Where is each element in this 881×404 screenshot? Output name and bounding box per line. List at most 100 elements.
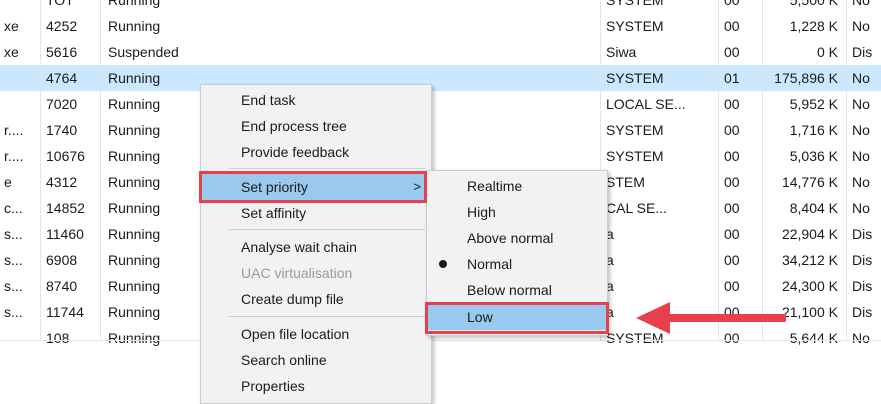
table-row[interactable]: r.... 1740 Running SYSTEM 00 1,716 K No bbox=[0, 117, 881, 143]
process-name-cell: e bbox=[4, 174, 12, 190]
cpu-cell: 00 bbox=[724, 226, 740, 242]
column-divider[interactable] bbox=[40, 0, 41, 340]
memory-cell: 22,904 K bbox=[781, 226, 838, 242]
table-row[interactable]: r.... 10676 Running SYSTEM 00 5,036 K No bbox=[0, 143, 881, 169]
process-name-cell bbox=[0, 325, 38, 351]
table-row[interactable]: 4764 Running SYSTEM 01 175,896 K No bbox=[0, 65, 881, 91]
pid-cell: 14852 bbox=[46, 200, 85, 216]
pid-cell: 7020 bbox=[46, 96, 78, 112]
context-menu: End task End process tree Provide feedba… bbox=[200, 84, 432, 404]
pid-cell: 6908 bbox=[46, 252, 78, 268]
provide-feedback-item[interactable]: Provide feedback bbox=[201, 139, 431, 165]
table-row[interactable]: xe 4252 Running SYSTEM 00 1,228 K No bbox=[0, 13, 881, 39]
uac-cell: No bbox=[852, 200, 870, 216]
table-bottom-border bbox=[0, 340, 881, 341]
process-name-cell: s... bbox=[4, 252, 23, 268]
table-row[interactable]: xe 5616 Suspended Siwa 00 0 K Dis bbox=[0, 39, 881, 65]
end-task-item[interactable]: End task bbox=[201, 87, 431, 113]
user-name-cell: SYSTEM bbox=[606, 70, 664, 86]
column-divider[interactable] bbox=[718, 0, 719, 340]
user-name-cell: STEM bbox=[606, 174, 645, 190]
uac-virtualisation-item: UAC virtualisation bbox=[201, 260, 431, 286]
memory-cell: 5,036 K bbox=[789, 148, 838, 164]
create-dump-file-item[interactable]: Create dump file bbox=[201, 286, 431, 312]
end-process-tree-item[interactable]: End process tree bbox=[201, 113, 431, 139]
user-name-cell: SYSTEM bbox=[606, 122, 664, 138]
set-priority-highlight-box bbox=[199, 171, 427, 203]
process-name-cell: xe bbox=[4, 44, 19, 60]
process-name-cell: s... bbox=[4, 226, 23, 242]
priority-above-normal-item[interactable]: Above normal bbox=[427, 225, 607, 251]
cpu-cell: 01 bbox=[724, 70, 740, 86]
table-row[interactable]: TOT Running SYSTEM 00 5,500 K No bbox=[0, 0, 881, 13]
uac-cell: Dis bbox=[852, 278, 873, 294]
search-online-item[interactable]: Search online bbox=[201, 347, 431, 373]
red-arrow-icon bbox=[636, 302, 786, 334]
properties-label: Properties bbox=[241, 378, 305, 394]
column-divider[interactable] bbox=[100, 0, 101, 340]
pid-cell: 4312 bbox=[46, 174, 78, 190]
menu-separator bbox=[229, 168, 425, 169]
realtime-label: Realtime bbox=[467, 178, 523, 194]
memory-cell: 34,212 K bbox=[781, 252, 838, 268]
pid-cell: 4764 bbox=[46, 70, 78, 86]
cpu-cell: 00 bbox=[724, 278, 740, 294]
uac-cell: Dis bbox=[852, 304, 873, 320]
uac-cell: No bbox=[852, 70, 870, 86]
user-name-cell: a bbox=[606, 226, 614, 242]
uac-cell: No bbox=[852, 174, 870, 190]
menu-separator bbox=[229, 229, 425, 230]
memory-cell: 8,404 K bbox=[789, 200, 838, 216]
priority-normal-item[interactable]: Normal bbox=[427, 251, 607, 277]
process-name-cell bbox=[0, 65, 38, 91]
create-dump-file-label: Create dump file bbox=[241, 291, 344, 307]
status-cell: Running bbox=[108, 18, 161, 34]
cpu-cell: 00 bbox=[724, 122, 740, 138]
open-file-location-item[interactable]: Open file location bbox=[201, 321, 431, 347]
priority-below-normal-item[interactable]: Below normal bbox=[427, 277, 607, 303]
analyse-wait-chain-item[interactable]: Analyse wait chain bbox=[201, 234, 431, 260]
above-normal-label: Above normal bbox=[467, 230, 554, 246]
high-label: High bbox=[467, 204, 496, 220]
cpu-cell: 00 bbox=[724, 174, 740, 190]
uac-cell: No bbox=[852, 0, 870, 8]
below-normal-label: Below normal bbox=[467, 282, 552, 298]
pid-cell: 11744 bbox=[46, 304, 84, 320]
memory-cell: 14,776 K bbox=[781, 174, 838, 190]
cpu-cell: 00 bbox=[724, 0, 740, 8]
user-name-cell: CAL SE... bbox=[606, 200, 667, 216]
uac-virtualisation-label: UAC virtualisation bbox=[241, 265, 353, 281]
cpu-cell: 00 bbox=[724, 252, 740, 268]
table-row[interactable]: 7020 Running LOCAL SE... 00 5,952 K No bbox=[0, 91, 881, 117]
status-cell: Suspended bbox=[108, 44, 179, 60]
uac-cell: No bbox=[852, 122, 870, 138]
pid-cell: 1740 bbox=[46, 122, 78, 138]
set-affinity-item[interactable]: Set affinity bbox=[201, 200, 431, 226]
process-name-cell: s... bbox=[4, 278, 23, 294]
menu-separator bbox=[229, 316, 425, 317]
user-name-cell: Siwa bbox=[606, 44, 637, 60]
uac-cell: No bbox=[852, 96, 870, 112]
column-divider[interactable] bbox=[762, 0, 763, 340]
pid-cell: 5616 bbox=[46, 44, 78, 60]
pid-cell: 10676 bbox=[46, 148, 85, 164]
properties-item[interactable]: Properties bbox=[201, 373, 431, 399]
priority-high-item[interactable]: High bbox=[427, 199, 607, 225]
process-name-cell bbox=[0, 91, 38, 117]
uac-cell: No bbox=[852, 18, 870, 34]
pid-cell: 11460 bbox=[46, 226, 84, 242]
process-name-cell: r.... bbox=[4, 122, 24, 138]
cpu-cell: 00 bbox=[724, 200, 740, 216]
normal-label: Normal bbox=[467, 256, 513, 272]
end-task-label: End task bbox=[241, 92, 296, 108]
user-name-cell: SYSTEM bbox=[606, 0, 664, 8]
user-name-cell: LOCAL SE... bbox=[606, 96, 686, 112]
process-name-cell bbox=[0, 0, 38, 13]
analyse-wait-chain-label: Analyse wait chain bbox=[241, 239, 357, 255]
radio-dot-icon bbox=[439, 260, 447, 268]
user-name-cell: a bbox=[606, 252, 614, 268]
column-divider[interactable] bbox=[846, 0, 847, 340]
priority-realtime-item[interactable]: Realtime bbox=[427, 173, 607, 199]
uac-cell: Dis bbox=[852, 226, 873, 242]
pid-cell: TOT bbox=[46, 0, 74, 8]
